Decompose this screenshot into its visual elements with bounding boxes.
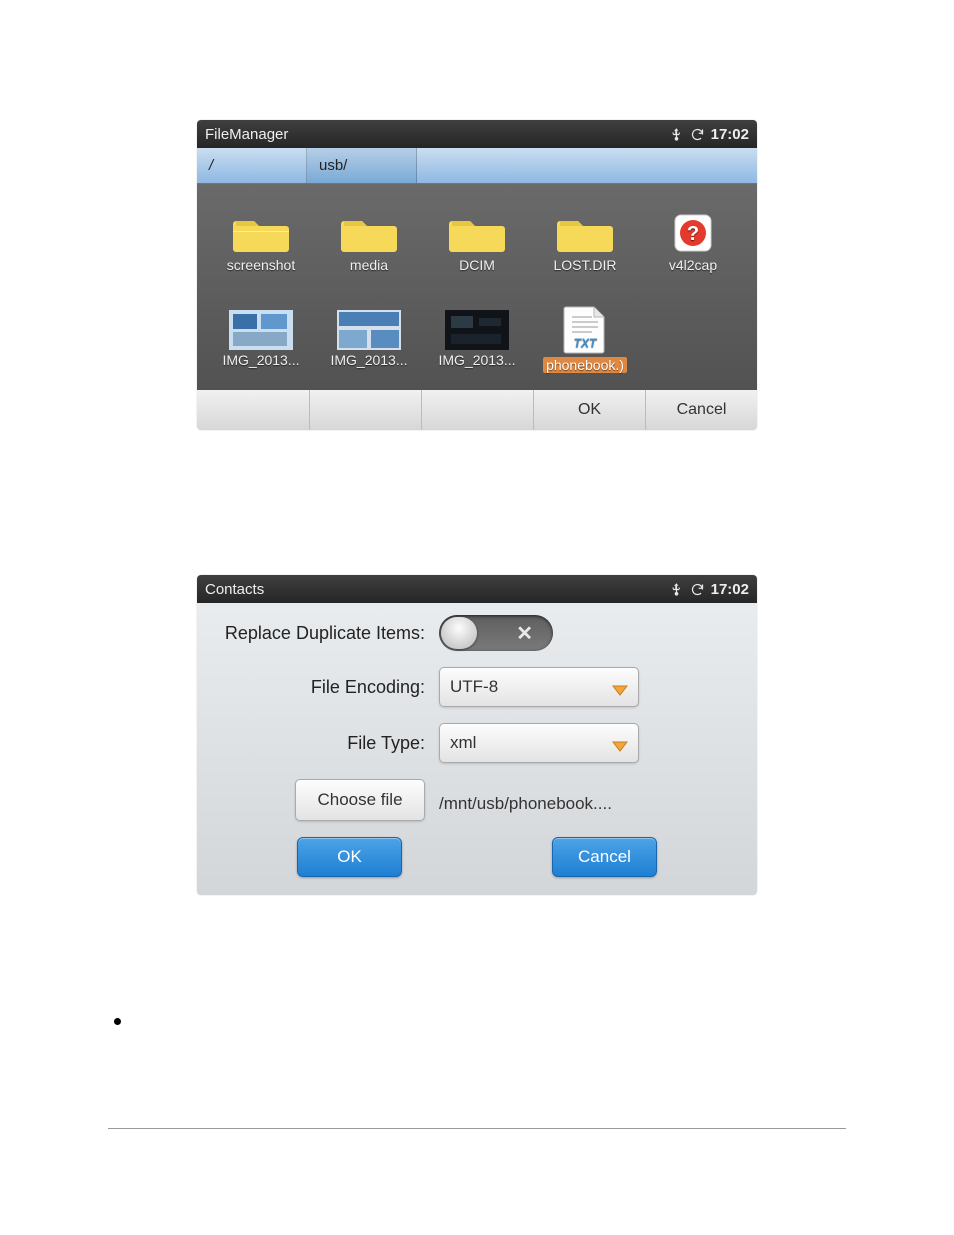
fm-breadcrumb: / usb/ <box>197 148 757 184</box>
usb-icon <box>669 582 684 597</box>
fm-grid: screenshot media DCIM LOST.DIR <box>197 184 757 390</box>
ct-clock: 17:02 <box>711 581 749 598</box>
file-encoding-row: File Encoding: UTF-8 <box>211 667 743 707</box>
fm-statusbar: FileManager 17:02 <box>197 120 757 148</box>
replace-toggle[interactable]: ✕ <box>439 615 553 651</box>
ct-statusbar: Contacts 17:02 <box>197 575 757 603</box>
cancel-button[interactable]: Cancel <box>552 837 657 877</box>
ok-button[interactable]: OK <box>297 837 402 877</box>
fm-tab-root[interactable]: / <box>197 148 307 183</box>
fm-item-image[interactable]: IMG_2013... <box>423 291 531 386</box>
fm-item-folder[interactable]: media <box>315 194 423 289</box>
image-file-icon <box>337 310 401 350</box>
filemanager-screenshot: FileManager 17:02 / usb/ screenshot <box>197 120 757 430</box>
replace-label: Replace Duplicate Items: <box>211 623 425 644</box>
filetype-label: File Type: <box>211 733 425 754</box>
encoding-label: File Encoding: <box>211 677 425 698</box>
encoding-value: UTF-8 <box>450 677 498 697</box>
fm-clock: 17:02 <box>711 126 749 143</box>
contacts-screenshot: Contacts 17:02 Replace Duplicate Items: … <box>197 575 757 895</box>
fm-item-image[interactable]: IMG_2013... <box>207 291 315 386</box>
refresh-icon <box>690 127 705 142</box>
choose-file-row: Choose file /mnt/usb/phonebook.... <box>211 779 743 821</box>
fm-item-image[interactable]: IMG_2013... <box>315 291 423 386</box>
svg-text:?: ? <box>687 223 699 245</box>
fm-footer: OK Cancel <box>197 390 757 430</box>
filetype-value: xml <box>450 733 476 753</box>
chevron-down-icon <box>612 682 628 702</box>
folder-icon <box>448 211 506 255</box>
fm-item-folder[interactable]: LOST.DIR <box>531 194 639 289</box>
svg-text:TXT: TXT <box>574 336 598 350</box>
toggle-knob-icon <box>441 617 477 649</box>
file-type-row: File Type: xml <box>211 723 743 763</box>
fm-footer-cell <box>421 390 533 430</box>
divider <box>108 1128 846 1129</box>
list-bullet-icon <box>114 1018 121 1025</box>
folder-icon <box>556 211 614 255</box>
fm-item-txt-selected[interactable]: TXT phonebook.) <box>531 291 639 386</box>
fm-item-folder[interactable]: screenshot <box>207 194 315 289</box>
choose-file-button[interactable]: Choose file <box>295 779 425 821</box>
encoding-select[interactable]: UTF-8 <box>439 667 639 707</box>
chosen-file-path: /mnt/usb/phonebook.... <box>439 786 612 814</box>
contacts-form: Replace Duplicate Items: ✕ File Encoding… <box>197 603 757 895</box>
fm-footer-cell <box>309 390 421 430</box>
fm-footer-cell <box>197 390 309 430</box>
ok-button[interactable]: OK <box>533 390 645 430</box>
ct-app-title: Contacts <box>205 581 663 598</box>
folder-icon <box>232 211 290 255</box>
unknown-file-icon: ? <box>671 211 715 255</box>
fm-item-folder[interactable]: DCIM <box>423 194 531 289</box>
filetype-select[interactable]: xml <box>439 723 639 763</box>
fm-tab-usb[interactable]: usb/ <box>307 148 417 183</box>
image-file-icon <box>445 310 509 350</box>
folder-icon <box>340 211 398 255</box>
cancel-button[interactable]: Cancel <box>645 390 757 430</box>
fm-app-title: FileManager <box>205 126 663 143</box>
usb-icon <box>669 127 684 142</box>
toggle-off-x-icon: ✕ <box>516 621 533 646</box>
replace-duplicate-row: Replace Duplicate Items: ✕ <box>211 615 743 651</box>
refresh-icon <box>690 582 705 597</box>
fm-item-unknown[interactable]: ? v4l2cap <box>639 194 747 289</box>
fm-empty-slot <box>639 291 747 386</box>
chevron-down-icon <box>612 738 628 758</box>
image-file-icon <box>229 310 293 350</box>
txt-file-icon: TXT <box>562 305 608 355</box>
contacts-buttons: OK Cancel <box>211 837 743 877</box>
